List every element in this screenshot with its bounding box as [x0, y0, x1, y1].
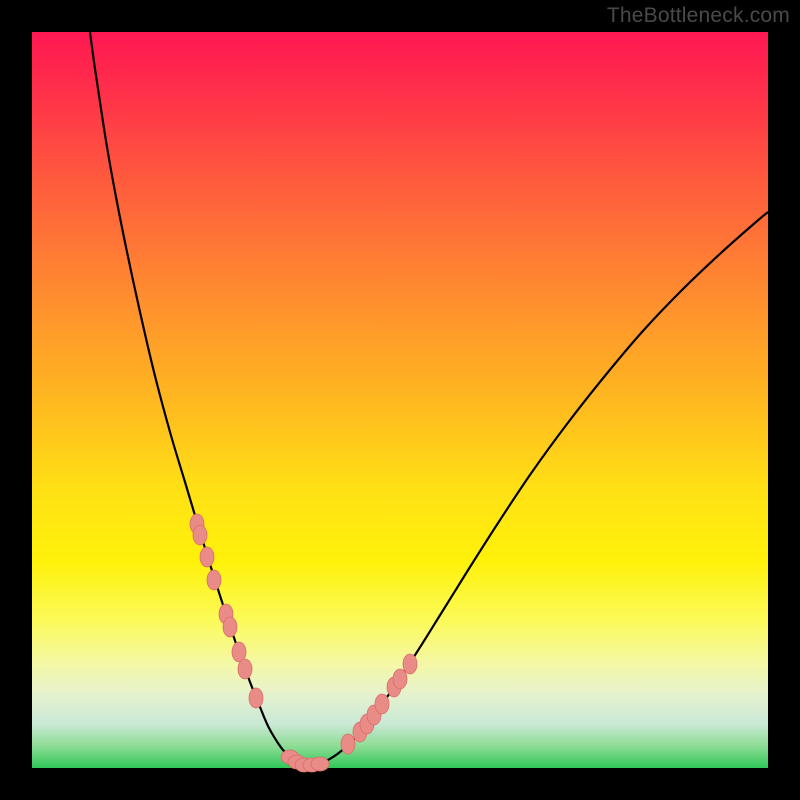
chart-frame: TheBottleneck.com	[0, 0, 800, 800]
data-markers	[190, 514, 417, 772]
data-marker	[375, 694, 389, 714]
curve-left	[90, 32, 304, 765]
watermark-text: TheBottleneck.com	[607, 4, 790, 28]
plot-gradient-background	[32, 32, 768, 768]
data-marker	[249, 688, 263, 708]
data-marker	[200, 547, 214, 567]
data-marker	[238, 659, 252, 679]
data-marker	[223, 617, 237, 637]
data-marker	[403, 654, 417, 674]
curve-layer	[32, 32, 768, 768]
data-marker	[207, 570, 221, 590]
data-marker	[311, 757, 329, 771]
data-marker	[193, 525, 207, 545]
data-marker	[393, 669, 407, 689]
data-marker	[341, 734, 355, 754]
curve-right	[304, 212, 768, 765]
